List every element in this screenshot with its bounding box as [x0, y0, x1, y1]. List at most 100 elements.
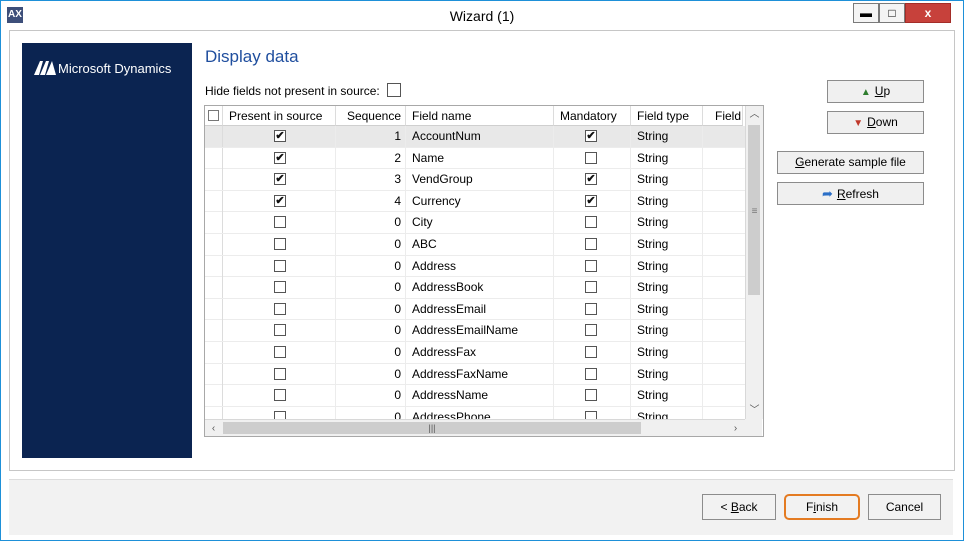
table-row[interactable]: ✔ 1 AccountNum ✔ String	[205, 126, 745, 148]
column-header-mandatory[interactable]: Mandatory	[554, 106, 631, 126]
mandatory-checkbox[interactable]	[585, 151, 597, 164]
present-checkbox[interactable]	[274, 216, 286, 229]
field-name-cell[interactable]: AddressName	[406, 385, 554, 407]
field-cell[interactable]	[703, 385, 745, 406]
sequence-cell[interactable]: 4	[336, 190, 406, 212]
mandatory-checkbox[interactable]: ✔	[585, 173, 597, 186]
select-all-checkbox[interactable]	[208, 110, 219, 121]
row-selector[interactable]	[205, 298, 223, 320]
table-row[interactable]: 0 Address String	[205, 255, 745, 278]
sequence-cell[interactable]: 0	[336, 255, 406, 277]
mandatory-checkbox[interactable]	[585, 259, 597, 272]
present-checkbox[interactable]	[274, 238, 286, 250]
mandatory-checkbox[interactable]	[585, 367, 597, 380]
mandatory-checkbox[interactable]	[585, 281, 597, 294]
column-header-field-name[interactable]: Field name	[406, 106, 554, 126]
field-cell[interactable]	[703, 234, 745, 255]
horizontal-scrollbar[interactable]: ‹ ||| ›	[205, 419, 745, 436]
field-name-cell[interactable]: Currency	[406, 190, 554, 212]
field-type-cell[interactable]: String	[631, 234, 703, 255]
sequence-cell[interactable]: 0	[336, 363, 406, 385]
sequence-cell[interactable]: 0	[336, 212, 406, 234]
row-selector[interactable]	[205, 320, 223, 342]
present-checkbox[interactable]	[274, 302, 286, 315]
field-name-cell[interactable]: AddressFaxName	[406, 363, 554, 385]
present-checkbox[interactable]: ✔	[274, 151, 286, 164]
field-cell[interactable]	[703, 320, 745, 341]
column-header-present[interactable]: Present in source	[223, 106, 336, 126]
field-cell[interactable]	[703, 148, 745, 169]
back-button[interactable]: < Back	[702, 494, 776, 520]
refresh-button[interactable]: ➦ Refresh	[777, 182, 924, 205]
sequence-cell[interactable]: 0	[336, 234, 406, 255]
field-type-cell[interactable]: String	[631, 255, 703, 277]
row-selector[interactable]	[205, 234, 223, 255]
row-selector[interactable]	[205, 277, 223, 299]
field-type-cell[interactable]: String	[631, 385, 703, 407]
present-checkbox[interactable]	[274, 389, 286, 402]
field-name-cell[interactable]: AccountNum	[406, 126, 554, 147]
present-checkbox[interactable]	[274, 324, 286, 337]
title-bar[interactable]: AX Wizard (1) ▬ □ x	[1, 1, 963, 31]
present-checkbox[interactable]: ✔	[274, 130, 286, 142]
sequence-cell[interactable]: 3	[336, 169, 406, 191]
scroll-right-arrow-icon[interactable]: ›	[727, 420, 744, 436]
row-selector[interactable]	[205, 342, 223, 363]
mandatory-checkbox[interactable]	[585, 346, 597, 358]
finish-button[interactable]: Finish	[784, 494, 860, 520]
field-name-cell[interactable]: AddressBook	[406, 277, 554, 299]
field-name-cell[interactable]: AddressEmail	[406, 298, 554, 320]
scroll-down-arrow-icon[interactable]: ﹀	[746, 402, 763, 419]
select-all-header[interactable]	[205, 106, 223, 126]
scroll-left-arrow-icon[interactable]: ‹	[205, 420, 222, 436]
row-selector[interactable]	[205, 190, 223, 212]
field-name-cell[interactable]: VendGroup	[406, 169, 554, 191]
present-checkbox[interactable]	[274, 346, 286, 358]
field-type-cell[interactable]: String	[631, 126, 703, 147]
column-header-sequence[interactable]: Sequence	[336, 106, 406, 126]
vertical-scrollbar[interactable]: ︿ ≡ ﹀	[745, 106, 763, 419]
field-type-cell[interactable]: String	[631, 342, 703, 363]
mandatory-checkbox[interactable]: ✔	[585, 130, 597, 142]
sequence-cell[interactable]: 0	[336, 298, 406, 320]
sequence-cell[interactable]: 1	[336, 126, 406, 147]
mandatory-checkbox[interactable]	[585, 389, 597, 402]
table-row[interactable]: ✔ 3 VendGroup ✔ String	[205, 169, 745, 191]
mandatory-checkbox[interactable]: ✔	[585, 194, 597, 207]
field-cell[interactable]	[703, 256, 745, 277]
field-type-cell[interactable]: String	[631, 277, 703, 299]
mandatory-checkbox[interactable]	[585, 302, 597, 315]
maximize-button[interactable]: □	[879, 3, 905, 23]
field-cell[interactable]	[703, 277, 745, 298]
field-type-cell[interactable]: String	[631, 169, 703, 191]
row-selector[interactable]	[205, 126, 223, 147]
table-row[interactable]: 0 AddressEmailName String	[205, 320, 745, 342]
field-type-cell[interactable]: String	[631, 212, 703, 234]
column-header-field-type[interactable]: Field type	[631, 106, 703, 126]
field-cell[interactable]	[703, 169, 745, 190]
present-checkbox[interactable]: ✔	[274, 194, 286, 207]
row-selector[interactable]	[205, 169, 223, 191]
sequence-cell[interactable]: 2	[336, 147, 406, 169]
row-selector[interactable]	[205, 212, 223, 234]
table-row[interactable]: 0 AddressEmail String	[205, 298, 745, 321]
table-row[interactable]: 0 City String	[205, 212, 745, 234]
field-type-cell[interactable]: String	[631, 190, 703, 212]
sequence-cell[interactable]: 0	[336, 342, 406, 363]
table-row[interactable]: 0 AddressName String	[205, 385, 745, 407]
field-name-cell[interactable]: AddressFax	[406, 342, 554, 363]
column-header-field[interactable]: Field	[703, 106, 743, 126]
field-type-cell[interactable]: String	[631, 147, 703, 169]
fields-grid[interactable]: Present in source Sequence Field name Ma…	[204, 105, 764, 437]
hide-fields-checkbox[interactable]	[387, 83, 401, 97]
table-row[interactable]: 0 AddressFax String	[205, 342, 745, 364]
generate-sample-file-button[interactable]: Generate sample file	[777, 151, 924, 174]
present-checkbox[interactable]	[274, 367, 286, 380]
mandatory-checkbox[interactable]	[585, 324, 597, 337]
field-name-cell[interactable]: Address	[406, 255, 554, 277]
present-checkbox[interactable]	[274, 281, 286, 294]
field-cell[interactable]	[703, 364, 745, 385]
field-name-cell[interactable]: ABC	[406, 234, 554, 255]
field-cell[interactable]	[703, 191, 745, 212]
down-button[interactable]: ▼ Down	[827, 111, 924, 134]
